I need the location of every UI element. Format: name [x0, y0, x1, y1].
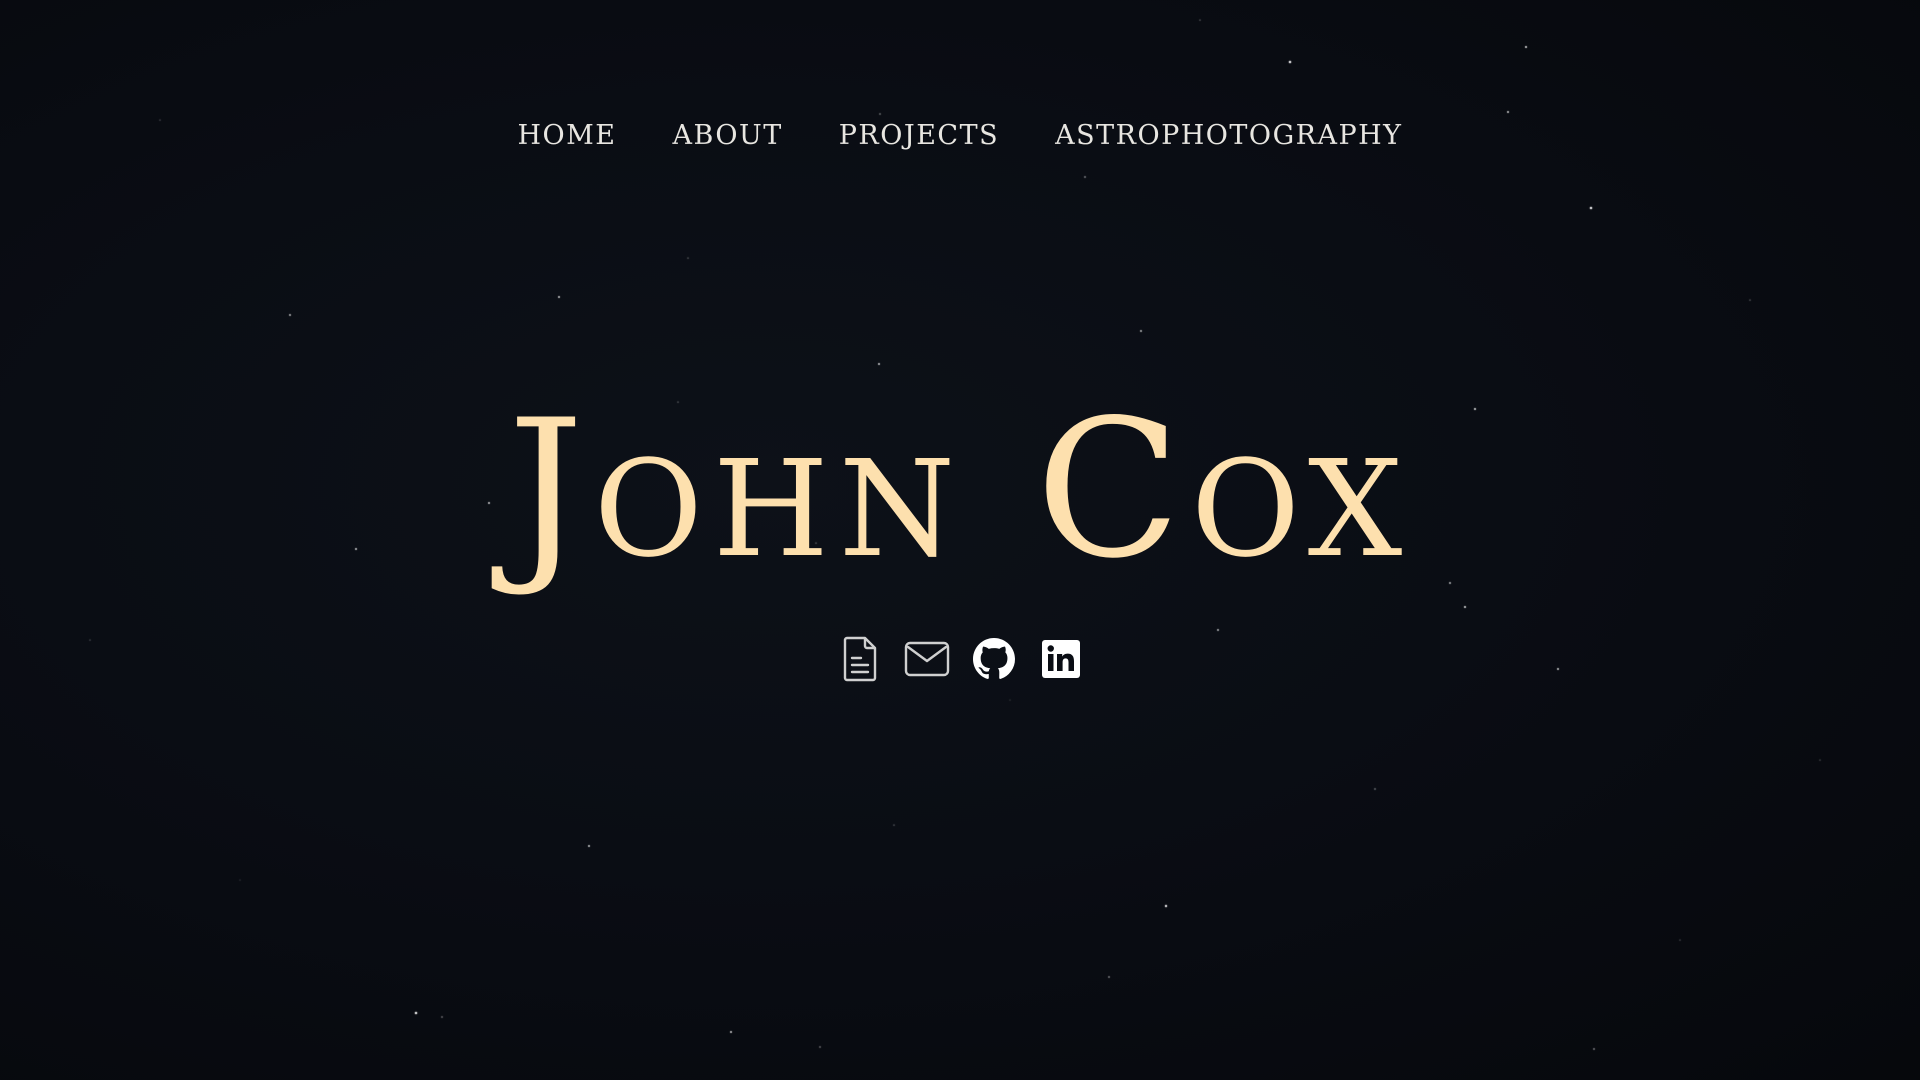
- nav-home-link[interactable]: HOME: [517, 120, 616, 151]
- nav-astrophotography-link[interactable]: ASTROPHOTOGRAPHY: [1055, 120, 1402, 151]
- mail-icon: [904, 640, 950, 678]
- nav-about-link[interactable]: ABOUT: [673, 120, 783, 151]
- document-icon: [841, 636, 879, 682]
- github-link[interactable]: [972, 635, 1016, 683]
- github-icon: [972, 638, 1015, 680]
- hero-name-title: John Cox: [507, 379, 1413, 600]
- linkedin-icon: [1041, 640, 1080, 678]
- linkedin-link[interactable]: [1039, 635, 1083, 683]
- social-links: [0, 635, 1920, 683]
- top-navigation: HOME ABOUT PROJECTS ASTROPHOTOGRAPHY: [0, 120, 1920, 151]
- nav-projects-link[interactable]: PROJECTS: [839, 120, 999, 151]
- email-link[interactable]: [904, 635, 950, 683]
- resume-link[interactable]: [838, 635, 882, 683]
